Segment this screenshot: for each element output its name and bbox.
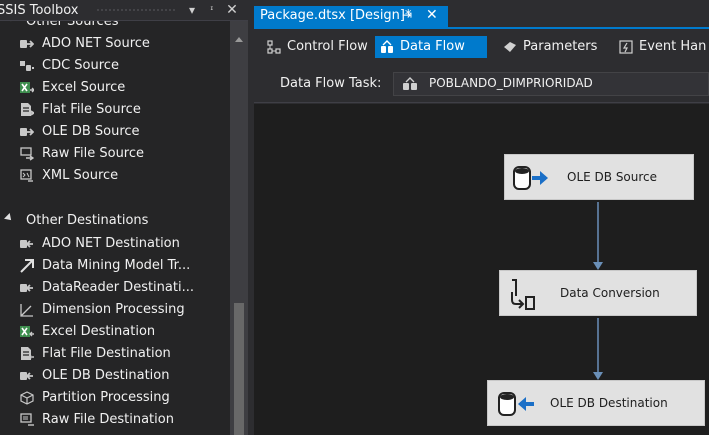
tab-data-flow[interactable]: Data Flow	[375, 36, 487, 58]
toolbox-item-label: Data Mining Model Tr...	[42, 258, 191, 273]
event-handlers-icon	[619, 40, 633, 54]
node-label: OLE DB Source	[567, 170, 658, 184]
xml-source-icon	[20, 169, 33, 182]
toolbox-item-ado-net-destination[interactable]: ADO NET Destination	[0, 233, 230, 255]
parameters-icon	[504, 42, 516, 52]
ole-db-destination-node[interactable]: OLE DB Destination	[487, 380, 705, 426]
pin-icon[interactable]: ⇥	[402, 8, 412, 22]
raw-file-source-icon	[20, 147, 34, 161]
document-area: Package.dtsx [Design]* ⇥ ✕ Control Flow …	[254, 0, 709, 435]
category-label: Other Destinations	[26, 213, 149, 228]
toolbox-item-label: Flat File Source	[42, 102, 141, 117]
toolbox-item-raw-file-source[interactable]: Raw File Source	[0, 143, 230, 165]
toolbox-item-xml-source[interactable]: XML Source	[0, 165, 230, 187]
task-bar: Data Flow Task: POBLANDO_DIMPRIORIDAD	[254, 65, 709, 103]
toolbox-item-flat-file-source[interactable]: Flat File Source	[0, 99, 230, 121]
ole-db-source-icon	[513, 166, 548, 190]
toolbox-scrollbar[interactable]	[230, 21, 248, 435]
toolbox-item-data-mining-model[interactable]: Data Mining Model Tr...	[0, 255, 230, 277]
ado-net-source-icon	[20, 40, 34, 48]
tab-label: Parameters	[523, 39, 598, 54]
toolbox-item-label: Raw File Source	[42, 146, 145, 161]
tab-label: Control Flow	[287, 39, 368, 54]
close-icon[interactable]: ✕	[224, 2, 240, 18]
data-mining-icon	[20, 259, 34, 273]
toolbox-item-dimension-processing[interactable]: Dimension Processing	[0, 299, 230, 321]
toolbox-item-ole-db-destination[interactable]: OLE DB Destination	[0, 365, 230, 387]
dropdown-arrow-icon[interactable]: ▾	[184, 2, 200, 18]
toolbox-item-datareader-destination[interactable]: DataReader Destinati...	[0, 277, 230, 299]
flat-file-destination-icon	[21, 347, 34, 360]
toolbox-item-raw-file-destination[interactable]: Raw File Destination	[0, 409, 230, 431]
excel-destination-icon	[20, 326, 34, 337]
toolbox-item-flat-file-destination[interactable]: Flat File Destination	[0, 343, 230, 365]
node-label: OLE DB Destination	[550, 396, 668, 410]
toolbox-item-ado-net-source[interactable]: ADO NET Source	[0, 33, 230, 55]
toolbox-item-label: ADO NET Destination	[42, 236, 180, 251]
toolbox-item-label: Partition Processing	[42, 390, 170, 405]
data-flow-icon	[381, 40, 393, 53]
category-other-destinations[interactable]: Other Destinations	[0, 210, 230, 232]
toolbox-item-label: Flat File Destination	[42, 346, 171, 361]
close-icon[interactable]: ✕	[426, 7, 438, 23]
toolbox-item-label: XML Source	[42, 168, 119, 183]
toolbox-item-label: OLE DB Source	[42, 124, 140, 139]
toolbox-item-label: Excel Source	[42, 80, 126, 95]
tab-parameters[interactable]: Parameters	[498, 36, 606, 58]
document-tab-label: Package.dtsx [Design]*	[260, 8, 412, 23]
scroll-up-arrow-icon[interactable]	[235, 37, 243, 42]
partition-processing-icon	[20, 391, 34, 405]
toolbox-item-excel-destination[interactable]: Excel Destination	[0, 321, 230, 343]
ole-db-source-icon	[20, 128, 34, 136]
toolbox-item-ole-db-source[interactable]: OLE DB Source	[0, 121, 230, 143]
data-flow-task-value: POBLANDO_DIMPRIORIDAD	[429, 76, 593, 90]
pin-icon[interactable]: ᶦ	[204, 2, 220, 18]
toolbox-item-partition-processing[interactable]: Partition Processing	[0, 387, 230, 409]
toolbox-item-label: Excel Destination	[42, 324, 156, 339]
toolbox-item-label: Raw File Destination	[42, 412, 174, 427]
toolbox-item-cdc-source[interactable]: CDC Source	[0, 55, 230, 77]
toolbox-item-label: DataReader Destinati...	[42, 280, 194, 295]
data-conversion-icon	[511, 279, 535, 310]
tab-label: Data Flow	[400, 39, 465, 54]
data-conversion-node[interactable]: Data Conversion	[499, 270, 697, 316]
path-arrow-icon	[593, 262, 603, 270]
data-flow-canvas[interactable]: OLE DB Source Data Conversion OLE DB Des…	[254, 104, 709, 435]
toolbox-item-excel-source[interactable]: Excel Source	[0, 77, 230, 99]
data-flow-icon	[403, 77, 417, 90]
toolbox-item-label: CDC Source	[42, 58, 119, 73]
drag-grip[interactable]	[96, 8, 176, 13]
toolbox-title: SSIS Toolbox	[0, 3, 79, 18]
data-flow-task-label: Data Flow Task:	[280, 76, 382, 91]
dimension-processing-icon	[20, 304, 33, 317]
data-flow-task-select[interactable]: POBLANDO_DIMPRIORIDAD	[393, 72, 709, 96]
ssis-toolbox-panel: Other Sources ADO NET Source CDC Source …	[0, 0, 248, 435]
ole-db-destination-icon	[20, 372, 33, 380]
cdc-source-icon	[20, 61, 34, 71]
scrollbar-thumb[interactable]	[234, 303, 244, 435]
toolbox-titlebar: SSIS Toolbox ▾ ᶦ ✕	[0, 0, 248, 21]
ole-db-source-node[interactable]: OLE DB Source	[504, 154, 694, 200]
flat-file-source-icon	[21, 103, 34, 116]
ado-net-destination-icon	[20, 240, 33, 248]
designer-tabs: Control Flow Data Flow Parameters Event …	[254, 29, 709, 65]
document-tab[interactable]: Package.dtsx [Design]* ⇥ ✕	[254, 6, 448, 27]
tab-label: Event Han	[639, 39, 707, 54]
excel-source-icon	[20, 82, 34, 93]
tab-control-flow[interactable]: Control Flow	[262, 36, 374, 58]
toolbox-item-label: OLE DB Destination	[42, 368, 170, 383]
toolbox-list: Other Sources ADO NET Source CDC Source …	[0, 14, 230, 435]
node-label: Data Conversion	[560, 286, 660, 300]
control-flow-icon	[267, 40, 281, 54]
toolbox-item-label: ADO NET Source	[42, 36, 150, 51]
raw-file-destination-icon	[20, 413, 34, 426]
ole-db-destination-icon	[498, 392, 534, 416]
tab-event-handlers[interactable]: Event Han	[614, 36, 709, 58]
datareader-destination-icon	[20, 284, 33, 292]
toolbox-item-label: Dimension Processing	[42, 302, 185, 317]
path-arrow-icon	[593, 372, 603, 380]
expand-arrow-icon[interactable]	[4, 213, 14, 223]
